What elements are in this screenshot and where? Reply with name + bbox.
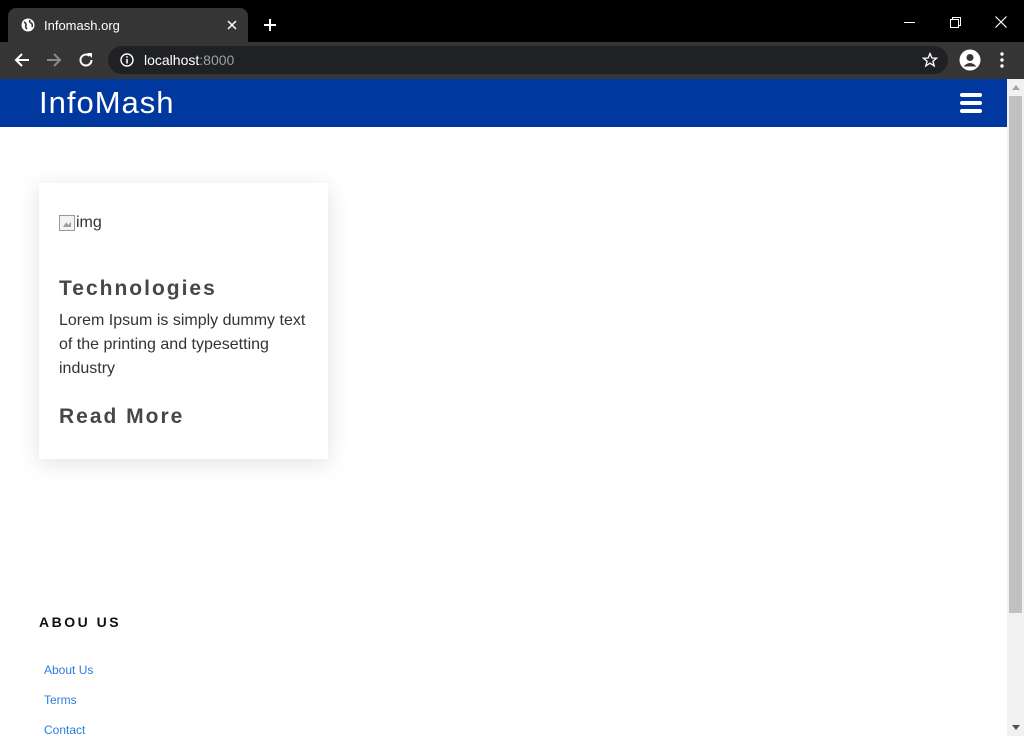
restore-icon[interactable]	[932, 8, 978, 36]
footer-link-item: Contact	[44, 721, 93, 736]
tab-title: Infomash.org	[44, 17, 120, 33]
site-logo[interactable]: InfoMash	[39, 85, 175, 121]
footer-links: About Us Terms Contact	[44, 661, 93, 736]
browser-toolbar: localhost:8000	[0, 42, 1024, 79]
browser-titlebar: Infomash.org	[0, 0, 1024, 42]
browser-tab[interactable]: Infomash.org	[8, 8, 248, 42]
footer-link-item: About Us	[44, 661, 93, 691]
card-description: Lorem Ipsum is simply dummy text of the …	[59, 312, 306, 377]
terms-link[interactable]: Terms	[44, 693, 77, 707]
footer-heading: ABOU US	[39, 614, 122, 630]
broken-image-icon	[59, 215, 75, 231]
scrollbar-thumb[interactable]	[1009, 96, 1022, 613]
forward-arrow-icon[interactable]	[40, 46, 68, 74]
new-tab-icon[interactable]	[258, 13, 282, 37]
vertical-scrollbar[interactable]	[1007, 79, 1024, 736]
minimize-icon[interactable]	[886, 8, 932, 36]
menu-dots-icon[interactable]	[988, 46, 1016, 74]
about-us-link[interactable]: About Us	[44, 663, 93, 677]
url-host: localhost	[144, 52, 200, 68]
address-bar[interactable]: localhost:8000	[108, 46, 948, 74]
article-card: img Technologies Lorem Ipsum is simply d…	[39, 183, 328, 459]
site-header: InfoMash	[0, 79, 1007, 127]
hamburger-menu-icon[interactable]	[960, 93, 982, 113]
back-arrow-icon[interactable]	[8, 46, 36, 74]
contact-link[interactable]: Contact	[44, 723, 85, 736]
bookmark-star-icon[interactable]	[922, 52, 938, 68]
image-alt-text: img	[76, 214, 102, 231]
read-more-link[interactable]: Read More	[59, 405, 184, 429]
url-text: localhost:8000	[144, 52, 234, 68]
close-tab-icon[interactable]	[224, 17, 240, 33]
url-port: :8000	[199, 52, 235, 68]
card-title: Technologies	[59, 277, 217, 300]
card-image: img	[59, 213, 102, 233]
scroll-up-arrow-icon[interactable]	[1007, 79, 1024, 96]
scroll-down-arrow-icon[interactable]	[1007, 719, 1024, 736]
footer-link-item: Terms	[44, 691, 93, 721]
page-viewport: InfoMash img Technologies Lorem Ipsum is…	[0, 79, 1007, 736]
info-icon[interactable]	[119, 52, 135, 68]
globe-icon	[20, 17, 36, 33]
reload-icon[interactable]	[72, 46, 100, 74]
profile-avatar-icon[interactable]	[956, 46, 984, 74]
close-window-icon[interactable]	[978, 8, 1024, 36]
